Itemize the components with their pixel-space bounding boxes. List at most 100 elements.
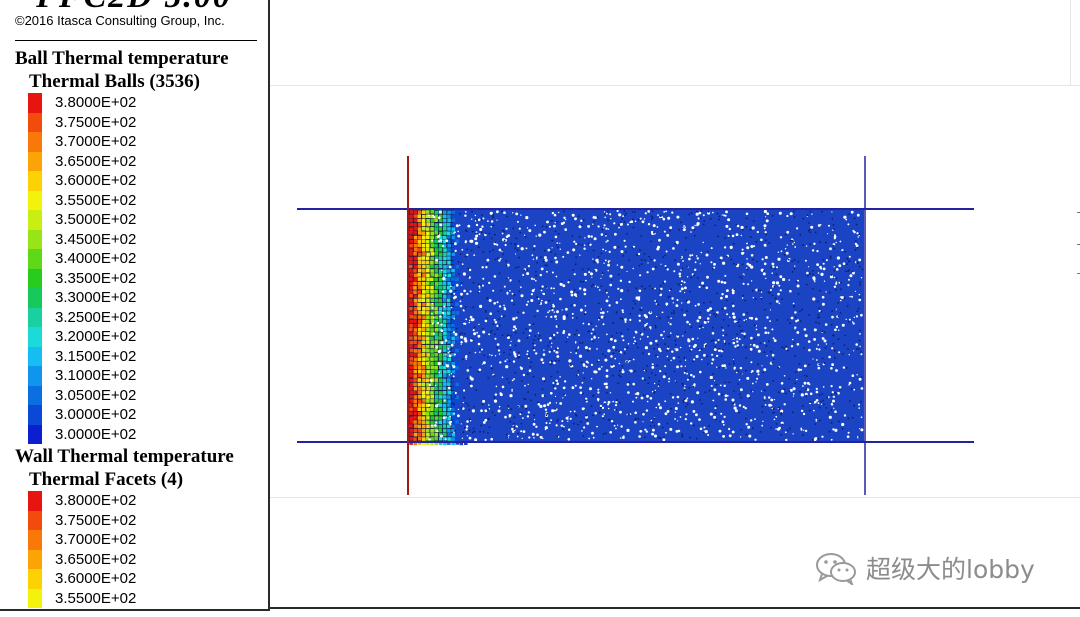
ball-contact [462, 431, 465, 434]
ball-contact [860, 351, 862, 353]
pore-void [835, 325, 839, 329]
thermal-ball [464, 407, 468, 412]
pore-void [793, 241, 795, 244]
pore-void [585, 360, 589, 363]
pore-void [694, 304, 697, 307]
pore-void [784, 431, 787, 434]
thermal-ball [422, 331, 426, 336]
thermal-ball [413, 218, 418, 223]
ball-contact [714, 345, 717, 348]
pore-void [754, 438, 757, 441]
ball-contact [610, 279, 613, 281]
pore-void [739, 436, 742, 438]
pore-void [474, 241, 479, 245]
ball-contact [503, 239, 506, 242]
ball-contact [728, 381, 731, 384]
pore-void [548, 401, 552, 404]
pore-void [659, 349, 662, 353]
pore-void [474, 351, 477, 354]
pore-void [792, 338, 794, 341]
pore-void [698, 327, 701, 330]
pore-void [433, 316, 435, 319]
ball-contact [477, 283, 480, 286]
ball-contact [501, 249, 503, 251]
ball-contact [818, 322, 820, 325]
thermal-ball [409, 348, 414, 353]
pore-void [778, 426, 781, 430]
thermal-ball [422, 394, 426, 399]
pore-void [622, 369, 624, 371]
pore-void [469, 315, 473, 319]
ball-contact [541, 388, 544, 391]
pore-void [582, 364, 586, 367]
pore-void [535, 425, 538, 428]
ball-contact [786, 429, 789, 432]
ball-contact [683, 389, 686, 392]
pore-void [538, 233, 542, 237]
thermal-ball [443, 265, 447, 269]
pore-void [804, 259, 807, 262]
pore-void [548, 310, 551, 312]
pore-void [646, 335, 649, 338]
thermal-ball [426, 235, 430, 240]
ball-contact [551, 219, 553, 222]
pore-void [537, 298, 540, 300]
pore-void [558, 211, 560, 214]
pore-void [559, 402, 563, 405]
pore-void [590, 338, 593, 341]
pore-void [559, 248, 561, 250]
pore-void [637, 296, 641, 299]
pore-void [469, 290, 472, 293]
ball-contact [628, 381, 631, 384]
pore-void [813, 242, 816, 245]
ball-contact [631, 246, 634, 249]
pore-void [454, 391, 457, 395]
thermal-ball [421, 345, 426, 349]
pore-void [526, 415, 530, 418]
ball-contact [780, 413, 783, 416]
ball-contact [482, 238, 485, 241]
ball-contact [674, 343, 677, 346]
ball-contact [809, 272, 811, 275]
thermal-ball [413, 231, 417, 235]
pore-void [731, 291, 735, 295]
ball-contact [518, 355, 521, 358]
ball-contact [802, 217, 805, 220]
pore-void [764, 231, 767, 234]
pore-void [530, 293, 534, 296]
ball-contact [623, 210, 626, 213]
pore-void [551, 247, 553, 249]
thermal-ball [413, 319, 417, 323]
thermal-ball [451, 311, 456, 315]
thermal-ball [417, 390, 422, 395]
ball-contact [688, 213, 690, 216]
thermal-ball [447, 273, 451, 278]
pore-void [578, 225, 582, 229]
thermal-ball [442, 323, 447, 328]
ball-contact [763, 389, 766, 392]
ball-contact [777, 366, 780, 369]
ball-contact [774, 268, 776, 270]
pore-void [482, 361, 486, 365]
pore-void [792, 395, 795, 397]
ball-contact [738, 411, 740, 414]
thermal-ball [463, 265, 468, 269]
ball-contact [521, 405, 524, 408]
thermal-ball [430, 277, 434, 282]
ball-contact [805, 283, 808, 286]
pore-void [711, 358, 715, 361]
pore-void [488, 333, 490, 336]
ball-contact [843, 297, 846, 300]
pore-void [482, 285, 484, 287]
ball-contact [528, 355, 530, 358]
thermal-ball [459, 374, 464, 378]
pore-void [683, 281, 686, 284]
pore-void [789, 289, 792, 293]
pore-void [790, 345, 794, 348]
ball-contact [632, 300, 635, 303]
pore-void [668, 380, 670, 383]
pore-void [639, 430, 642, 433]
pore-void [670, 332, 672, 334]
ball-contact [552, 385, 555, 387]
thermal-ball [421, 374, 426, 378]
